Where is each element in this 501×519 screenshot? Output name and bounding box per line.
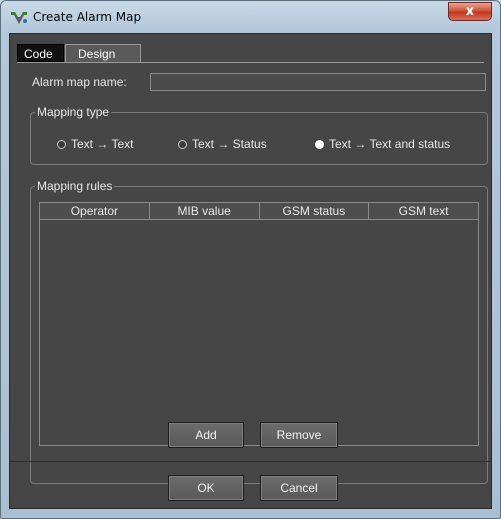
cancel-button[interactable]: Cancel (260, 475, 338, 501)
tab-code[interactable]: Code (17, 44, 64, 62)
radio-unchecked-icon (57, 139, 66, 149)
title-bar[interactable]: Create Alarm Map x (1, 1, 500, 31)
column-header-operator[interactable]: Operator (40, 203, 150, 219)
column-header-gsm-text[interactable]: GSM text (369, 203, 478, 219)
radio-label: Text → Status (192, 137, 267, 151)
footer-divider (10, 461, 491, 462)
alarm-map-name-input[interactable] (150, 73, 486, 91)
radio-text-to-status[interactable]: Text → Status (178, 137, 267, 151)
window-title: Create Alarm Map (33, 10, 142, 24)
dialog-content: Code Design Alarm map name: Mapping type… (9, 33, 492, 509)
mapping-type-group: Mapping type (30, 105, 488, 165)
table-header: Operator MIB value GSM status GSM text (40, 203, 478, 220)
ok-button[interactable]: OK (168, 475, 244, 501)
close-icon: x (465, 4, 475, 19)
add-button[interactable]: Add (168, 422, 244, 448)
radio-unchecked-icon (178, 139, 187, 149)
close-button[interactable]: x (448, 2, 492, 21)
radio-text-to-text[interactable]: Text → Text (57, 137, 133, 151)
tab-design[interactable]: Design (65, 44, 141, 63)
mapping-rules-legend: Mapping rules (37, 179, 113, 193)
mapping-type-legend: Mapping type (37, 105, 110, 119)
radio-checked-icon (315, 139, 324, 149)
column-header-gsm-status[interactable]: GSM status (259, 203, 370, 219)
radio-label: Text → Text (71, 137, 134, 151)
app-icon (11, 12, 27, 24)
mapping-rules-table[interactable]: Operator MIB value GSM status GSM text (39, 202, 479, 446)
radio-label: Text → Text and status (329, 137, 451, 151)
remove-button[interactable]: Remove (260, 422, 338, 448)
dialog-window: Create Alarm Map x Code Design Alarm map… (0, 0, 501, 519)
alarm-map-name-label: Alarm map name: (32, 75, 127, 89)
radio-text-to-text-and-status[interactable]: Text → Text and status (315, 137, 450, 151)
column-header-mib-value[interactable]: MIB value (149, 203, 260, 219)
